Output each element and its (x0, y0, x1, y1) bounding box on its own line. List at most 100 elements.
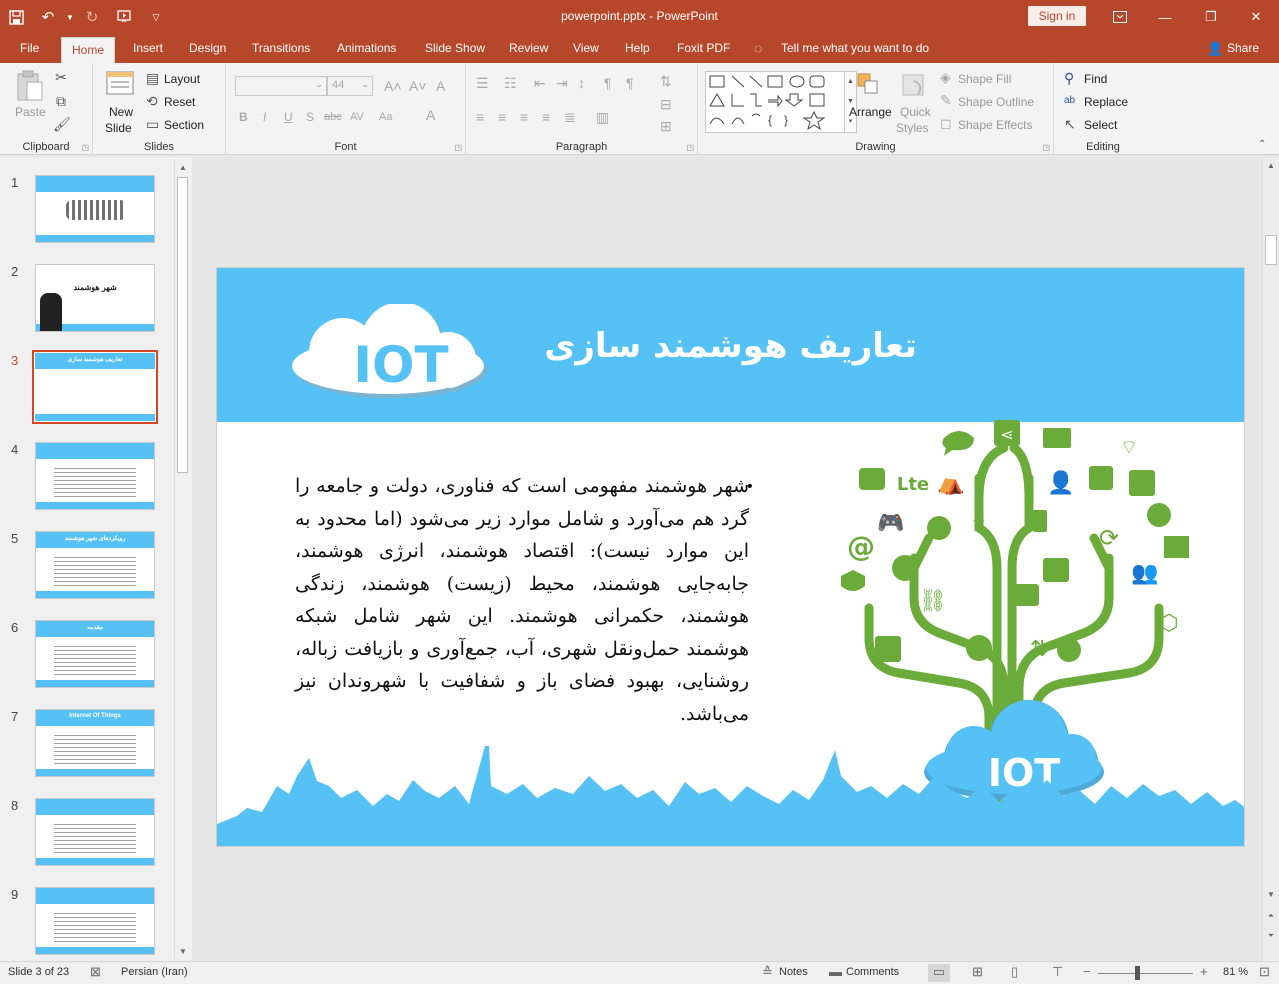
fit-slide-icon[interactable]: ⊡ (1259, 964, 1270, 980)
underline-icon[interactable]: U (284, 109, 293, 125)
notes-button[interactable]: Notes (779, 966, 808, 978)
start-from-beginning-icon[interactable] (108, 0, 140, 34)
line-spacing-icon[interactable]: ↕ (578, 75, 585, 91)
tell-me-search[interactable]: Tell me what you want to do (779, 34, 931, 63)
dialog-launcher-icon[interactable]: ◳ (1042, 143, 1050, 152)
distributed-icon[interactable]: ≣ (564, 109, 576, 125)
redo-icon[interactable]: ↻ (76, 0, 108, 34)
copy-icon[interactable]: ⧉ (53, 93, 69, 109)
select-button[interactable]: Select (1084, 118, 1117, 132)
slide-title[interactable]: تعاریف هوشمند سازی (517, 326, 917, 366)
find-icon[interactable]: ⚲ (1064, 70, 1074, 86)
align-left-icon[interactable]: ≡ (476, 109, 484, 125)
italic-icon[interactable]: I (263, 109, 266, 125)
zoom-slider-handle[interactable] (1135, 966, 1140, 980)
collapse-ribbon-icon[interactable]: ⌃ (1258, 137, 1266, 153)
tab-file[interactable]: File (18, 34, 41, 63)
previous-slide-icon[interactable]: ⏶ (1264, 909, 1278, 923)
dropdown-arrow-icon[interactable]: ▼ (64, 0, 76, 34)
customize-toolbar-icon[interactable]: ▽ (140, 0, 172, 34)
tab-view[interactable]: View (571, 34, 601, 63)
minimize-icon[interactable]: — (1142, 0, 1188, 34)
reset-icon[interactable]: ⟲ (146, 93, 158, 109)
slide-thumbnail-7[interactable]: Internet Of Things (35, 709, 155, 777)
zoom-slider[interactable] (1098, 973, 1193, 974)
numbering-icon[interactable]: ☷ (504, 75, 517, 91)
layout-button[interactable]: Layout (164, 72, 200, 86)
justify-icon[interactable]: ≡ (542, 109, 550, 125)
tab-slide-show[interactable]: Slide Show (423, 34, 487, 63)
slide-counter[interactable]: Slide 3 of 23 (8, 966, 69, 978)
slide-sorter-icon[interactable]: ⊞ (972, 964, 983, 980)
slide-thumbnail-5[interactable]: رویکردهای شهر هوشمند (35, 531, 155, 599)
quick-styles-button[interactable]: Quick (900, 105, 931, 119)
shape-effects-icon[interactable]: ◻ (940, 115, 952, 131)
normal-view-icon[interactable]: ▭ (928, 964, 950, 982)
sign-in-button[interactable]: Sign in (1028, 6, 1086, 26)
shadow-icon[interactable]: S (306, 109, 314, 125)
character-spacing-icon[interactable]: AV (350, 109, 364, 125)
font-color-icon[interactable]: A (426, 107, 435, 123)
thumbnail-scrollbar[interactable]: ▲ ▼ (174, 159, 190, 959)
slide-thumbnail-2[interactable]: شهر هوشمند (35, 264, 155, 332)
save-icon[interactable] (0, 0, 32, 34)
editor-scrollbar[interactable]: ▲ ▼ ⏶ ⏷ (1262, 157, 1279, 961)
spelling-icon[interactable]: ⊠ (90, 964, 101, 980)
decrease-indent-icon[interactable]: ⇤ (534, 75, 546, 91)
find-button[interactable]: Find (1084, 72, 1107, 86)
shapes-gallery[interactable]: {} (705, 71, 845, 133)
slide-thumbnail-6[interactable]: مقدمه (35, 620, 155, 688)
tab-design[interactable]: Design (187, 34, 228, 63)
next-slide-icon[interactable]: ⏷ (1264, 929, 1278, 943)
decrease-font-icon[interactable]: A˅ (409, 78, 427, 94)
font-size-combo[interactable]: 44 ⌄ (327, 76, 373, 96)
clear-formatting-icon[interactable]: A (436, 78, 445, 94)
tab-help[interactable]: Help (623, 34, 652, 63)
slide-canvas[interactable]: IOT تعاریف هوشمند سازی • شهر هوشمند مفهو… (216, 267, 1245, 847)
slide-thumbnail-3[interactable]: تعاریف هوشمند سازی (32, 350, 158, 424)
new-slide-icon[interactable] (105, 69, 135, 102)
comments-button[interactable]: Comments (846, 966, 899, 978)
replace-button[interactable]: Replace (1084, 95, 1128, 109)
text-direction-icon[interactable]: ⇅ (660, 73, 672, 89)
slide-body-text[interactable]: شهر هوشمند مفهومی است که فناوری، دولت و … (295, 470, 749, 730)
shape-outline-icon[interactable]: ✎ (940, 92, 952, 108)
format-painter-icon[interactable]: 🖌 (53, 116, 71, 132)
scroll-up-icon[interactable]: ▲ (176, 161, 190, 175)
slide-thumbnail-1[interactable] (35, 175, 155, 243)
arrange-button[interactable]: Arrange (849, 105, 892, 119)
section-icon[interactable]: ▭ (146, 116, 159, 132)
align-right-icon[interactable]: ≡ (520, 109, 528, 125)
ltr-icon[interactable]: ¶ (626, 75, 634, 91)
restore-icon[interactable]: ❐ (1188, 0, 1234, 34)
paste-icon[interactable] (14, 69, 46, 101)
close-icon[interactable]: ✕ (1233, 0, 1279, 34)
rtl-icon[interactable]: ¶ (604, 75, 612, 91)
increase-font-icon[interactable]: A˄ (384, 78, 402, 94)
notes-icon[interactable]: ≙ (762, 964, 773, 980)
columns-icon[interactable]: ▥ (596, 109, 609, 125)
new-slide-button-line2[interactable]: Slide (105, 121, 132, 135)
paste-button[interactable]: Paste (15, 105, 46, 119)
select-icon[interactable]: ↖ (1064, 116, 1076, 132)
tab-home[interactable]: Home (61, 37, 116, 63)
scroll-down-icon[interactable]: ▼ (1264, 888, 1278, 902)
replace-icon[interactable]: ab (1064, 93, 1075, 109)
cut-icon[interactable]: ✂ (53, 69, 69, 85)
new-slide-button[interactable]: New (109, 105, 133, 119)
language-indicator[interactable]: Persian (Iran) (121, 966, 188, 978)
change-case-icon[interactable]: Aa (379, 109, 392, 125)
undo-icon[interactable]: ↶ (32, 0, 64, 34)
reset-button[interactable]: Reset (164, 95, 195, 109)
share-button[interactable]: Share (1225, 34, 1261, 63)
zoom-in-icon[interactable]: + (1200, 964, 1208, 979)
tab-review[interactable]: Review (507, 34, 550, 63)
slide-thumbnail-9[interactable] (35, 887, 155, 955)
tab-animations[interactable]: Animations (335, 34, 398, 63)
ribbon-display-options-icon[interactable] (1097, 0, 1143, 34)
tab-foxit-pdf[interactable]: Foxit PDF (675, 34, 732, 63)
reading-view-icon[interactable]: ▯ (1011, 964, 1018, 980)
tab-insert[interactable]: Insert (131, 34, 165, 63)
scroll-down-icon[interactable]: ▼ (176, 945, 190, 959)
shape-fill-icon[interactable]: ◈ (940, 69, 951, 85)
